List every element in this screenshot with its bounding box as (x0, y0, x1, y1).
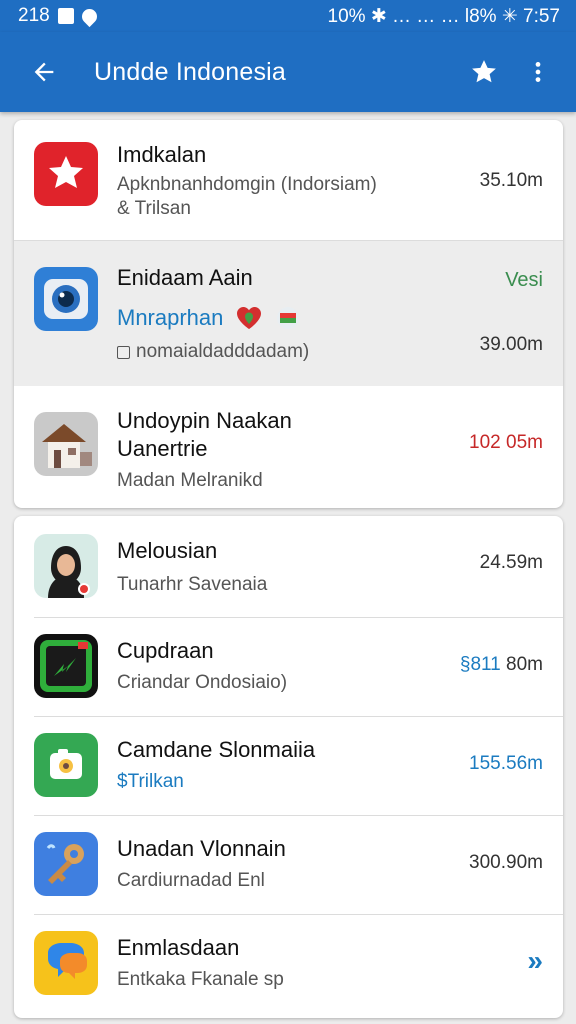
avatar-app-icon (34, 534, 98, 598)
app-name-line2: Uanertrie (117, 436, 208, 461)
list-item[interactable]: Camdane Slonmaiia $Trilkan 155.56m (14, 717, 563, 815)
app-subtitle[interactable]: $Trilkan (117, 771, 443, 793)
app-subtitle-secondary: & Trilsan (117, 198, 191, 219)
list-item-selected[interactable]: Enidaam Aain Mnraprhan nomaialdadddadam)… (14, 241, 563, 386)
list-item[interactable]: Imdkalan Apknbnanhdomgin (Indorsiam) & T… (14, 120, 563, 240)
app-subtitle: Entkaka Fkanale sp (117, 969, 284, 990)
app-price: §811 (459, 654, 501, 675)
app-name: Undoypin Naakan (117, 408, 292, 433)
overflow-menu-button[interactable] (514, 48, 562, 96)
app-developer-link[interactable]: Mnraprhan (117, 305, 223, 331)
status-indicators: 10% ✱ … … … l8% ✳ 7:57 (327, 5, 560, 27)
app-list-card-top: Imdkalan Apknbnanhdomgin (Indorsiam) & T… (14, 120, 563, 508)
status-time-left: 218 (18, 5, 50, 26)
key-app-icon (34, 832, 98, 896)
app-name: Unadan Vlonnain (117, 836, 286, 861)
page-title: Undde Indonesia (94, 57, 287, 86)
app-name: Enmlasdaan (117, 935, 240, 960)
list-item[interactable]: Undoypin Naakan Uanertrie Madan Melranik… (14, 386, 563, 508)
app-name: Enidaam Aain (117, 265, 253, 290)
version-label: Vesi (505, 269, 543, 291)
star-app-icon (34, 142, 98, 206)
list-item[interactable]: Enmlasdaan Entkaka Fkanale sp » (14, 915, 563, 1018)
app-size: 102 05m (469, 432, 543, 453)
app-size: 300.90m (469, 852, 543, 873)
app-subtitle: Tunarhr Savenaia (117, 574, 268, 595)
app-size: 35.10m (479, 170, 543, 191)
app-size: 155.56m (469, 753, 543, 774)
arrow-left-icon (34, 62, 54, 82)
chat-app-icon (34, 931, 98, 995)
back-button[interactable] (20, 48, 68, 96)
app-size: 80m (506, 654, 543, 675)
heart-icon (237, 307, 262, 329)
chevron-right-icon[interactable]: » (527, 945, 543, 977)
arrow-app-icon (34, 634, 98, 698)
app-name: Camdane Slonmaiia (117, 737, 316, 762)
app-size: 24.59m (479, 552, 543, 573)
app-subtitle: nomaialdadddadam) (136, 341, 310, 362)
app-subtitle: Apknbnanhdomgin (Indorsiam) (117, 174, 377, 195)
list-item[interactable]: Cupdraan Criandar Ondosiaio) §811 80m (14, 618, 563, 716)
location-icon (78, 5, 100, 27)
favorite-button[interactable] (460, 48, 508, 96)
app-subtitle: Criandar Ondosiaio) (117, 672, 288, 693)
green-app-icon (34, 733, 98, 797)
app-size: 39.00m (479, 334, 543, 355)
app-name: Melousian (117, 538, 218, 563)
flag-badge-icon (277, 307, 300, 329)
camera-app-icon (34, 267, 98, 331)
status-bar: 218 10% ✱ … … … l8% ✳ 7:57 (0, 0, 576, 32)
image-notification-icon (57, 8, 74, 24)
app-subtitle: Madan Melranikd (117, 470, 263, 491)
app-subtitle: Cardiurnadad Enl (117, 870, 265, 891)
house-app-icon (34, 412, 98, 476)
more-vert-icon (535, 62, 541, 82)
app-name: Cupdraan (117, 638, 214, 663)
app-name: Imdkalan (117, 142, 207, 167)
star-icon (472, 60, 496, 83)
checkbox-icon (117, 345, 130, 359)
app-list-card-bottom: Melousian Tunarhr Savenaia 24.59m Cupdra… (14, 516, 563, 1018)
list-item[interactable]: Melousian Tunarhr Savenaia 24.59m (14, 516, 563, 617)
app-bar: Undde Indonesia (0, 32, 576, 112)
list-item[interactable]: Unadan Vlonnain Cardiurnadad Enl 300.90m (14, 816, 563, 914)
